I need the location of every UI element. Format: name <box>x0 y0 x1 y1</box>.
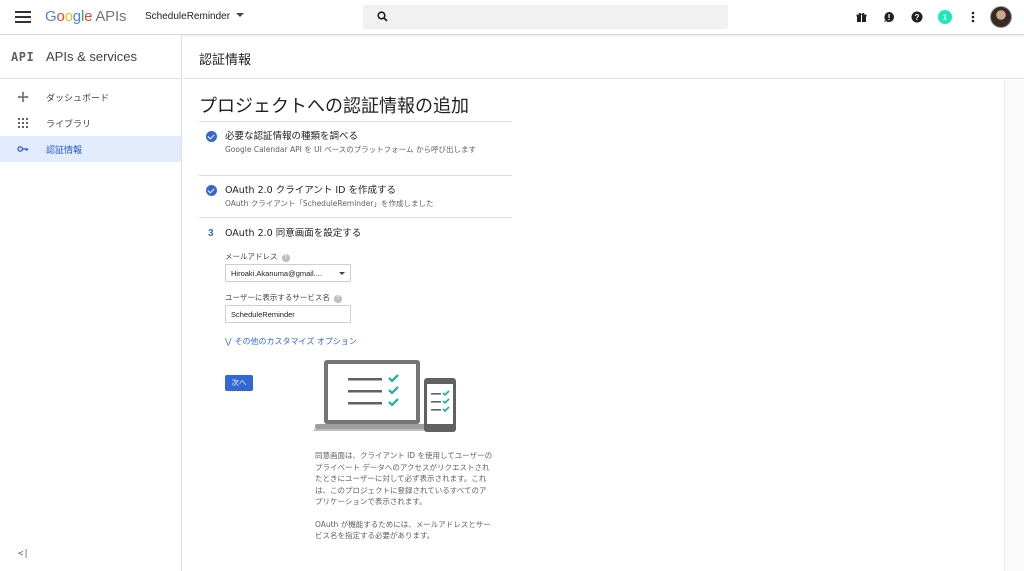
notification-badge[interactable]: 1 <box>938 10 952 24</box>
info-paragraph: 同意画面は、クライアント ID を使用してユーザーのプライベート データへのアク… <box>315 451 493 506</box>
email-label: メールアドレス? <box>225 251 290 262</box>
check-circle-icon <box>206 185 217 196</box>
scrollbar[interactable] <box>1004 80 1024 571</box>
chevron-down-icon <box>339 272 345 275</box>
menu-icon[interactable] <box>15 11 31 23</box>
sidebar-item-dashboard[interactable]: ダッシュボード <box>0 84 181 110</box>
sidebar-item-library[interactable]: ライブラリ <box>0 110 181 136</box>
google-apis-logo[interactable]: Google APIs <box>45 8 126 25</box>
more-options-text: その他のカスタマイズ オプション <box>234 337 357 346</box>
avatar[interactable] <box>990 6 1012 28</box>
step-number: 3 <box>208 228 214 239</box>
library-icon <box>18 118 28 128</box>
api-logo-icon: API <box>11 50 35 64</box>
step-description: Google Calendar API を UI ベースのプラットフォーム から… <box>225 145 476 154</box>
logo-apis: APIs <box>95 8 127 25</box>
expand-more-icon: ⋁ <box>225 337 232 346</box>
info-paragraph: OAuth が機能するためには、メールアドレスとサービス名を指定する必要がありま… <box>315 519 491 541</box>
sidebar: API APIs & services ダッシュボード ライブラリ 認証情報 <… <box>0 35 182 571</box>
dashboard-icon <box>17 91 29 103</box>
check-circle-icon <box>206 131 217 142</box>
svg-text:?: ? <box>915 13 920 22</box>
key-icon <box>17 146 29 152</box>
top-app-bar: Google APIs ScheduleReminder ? 1 <box>0 0 1024 35</box>
search-bar[interactable] <box>363 5 728 29</box>
stepper: 必要な認証情報の種類を調べる Google Calendar API を UI … <box>199 121 512 247</box>
collapse-sidebar-icon[interactable]: <| <box>18 549 29 559</box>
more-vert-icon[interactable] <box>966 10 980 24</box>
search-icon <box>377 11 388 22</box>
help-icon[interactable]: ? <box>910 10 924 24</box>
sidebar-item-credentials[interactable]: 認証情報 <box>0 136 181 162</box>
email-label-text: メールアドレス <box>225 252 278 261</box>
sidebar-item-label: ライブラリ <box>46 119 92 130</box>
sidebar-item-label: ダッシュボード <box>46 93 110 104</box>
sidebar-title: APIs & services <box>46 49 138 64</box>
step-title: OAuth 2.0 同意画面を設定する <box>225 228 362 239</box>
page-header-title: 認証情報 <box>199 53 252 68</box>
gift-icon[interactable] <box>854 10 868 24</box>
next-button[interactable]: 次へ <box>225 375 253 391</box>
email-select-value: Hiroaki.Akanuma@gmail.... <box>231 269 322 278</box>
email-select[interactable]: Hiroaki.Akanuma@gmail.... <box>225 264 351 282</box>
step-title: 必要な認証情報の種類を調べる <box>225 131 359 142</box>
sidebar-nav: ダッシュボード ライブラリ 認証情報 <box>0 79 181 162</box>
chevron-down-icon <box>236 13 245 17</box>
consent-info: 同意画面は、クライアント ID を使用してユーザーのプライベート データへのアク… <box>315 450 493 553</box>
step-description: OAuth クライアント「ScheduleReminder」を作成しました <box>225 199 434 208</box>
service-name-label: ユーザーに表示するサービス名? <box>225 292 342 303</box>
more-options-link[interactable]: ⋁ その他のカスタマイズ オプション <box>225 336 357 348</box>
consent-screen-illustration <box>314 360 456 432</box>
step-3: 3 OAuth 2.0 同意画面を設定する <box>199 217 512 247</box>
project-name: ScheduleReminder <box>145 11 231 22</box>
sidebar-header: API APIs & services <box>0 35 181 79</box>
help-icon[interactable]: ? <box>281 254 290 262</box>
service-name-label-text: ユーザーに表示するサービス名 <box>225 293 330 302</box>
project-selector[interactable]: ScheduleReminder <box>145 11 245 22</box>
step-title: OAuth 2.0 クライアント ID を作成する <box>225 185 397 196</box>
step-1[interactable]: 必要な認証情報の種類を調べる Google Calendar API を UI … <box>199 121 512 175</box>
top-bar-actions: ? 1 <box>840 6 1012 28</box>
page-title: プロジェクトへの認証情報の追加 <box>199 96 469 117</box>
page-header: 認証情報 <box>183 35 1024 79</box>
feedback-icon[interactable] <box>882 10 896 24</box>
help-icon[interactable]: ? <box>333 295 342 303</box>
step-2[interactable]: OAuth 2.0 クライアント ID を作成する OAuth クライアント「S… <box>199 175 512 217</box>
service-name-input[interactable]: ScheduleReminder <box>225 305 351 323</box>
logo-google: Google <box>45 8 93 25</box>
sidebar-item-label: 認証情報 <box>46 145 83 156</box>
